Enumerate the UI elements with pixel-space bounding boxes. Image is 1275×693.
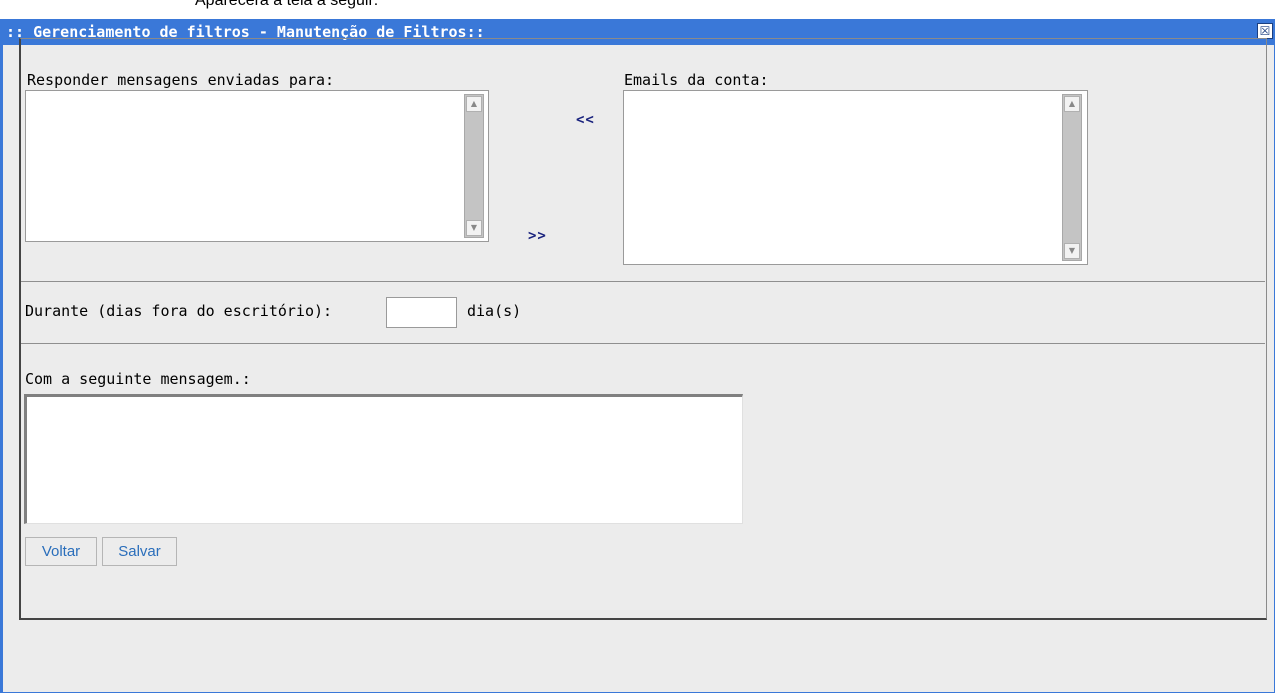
divider	[21, 343, 1265, 344]
scroll-down-icon[interactable]: ▼	[1064, 243, 1080, 259]
account-emails-label: Emails da conta:	[624, 71, 769, 89]
days-input[interactable]	[386, 297, 457, 328]
close-icon[interactable]: ☒	[1257, 23, 1273, 39]
days-unit-label: dia(s)	[467, 302, 522, 320]
move-right-button[interactable]: >>	[528, 228, 547, 244]
page-caption: Aparecerá a tela a seguir:	[195, 0, 379, 9]
reply-to-scrollbar[interactable]: ▲ ▼	[464, 94, 484, 238]
scroll-up-icon[interactable]: ▲	[466, 96, 482, 112]
reply-to-label: Responder mensagens enviadas para:	[27, 71, 335, 89]
back-button[interactable]: Voltar	[25, 537, 97, 566]
save-button[interactable]: Salvar	[102, 537, 177, 566]
divider	[21, 281, 1265, 282]
account-emails-scrollbar[interactable]: ▲ ▼	[1062, 94, 1082, 261]
move-left-button[interactable]: <<	[576, 112, 595, 128]
scroll-down-icon[interactable]: ▼	[466, 220, 482, 236]
days-label: Durante (dias fora do escritório):	[25, 302, 333, 320]
scroll-up-icon[interactable]: ▲	[1064, 96, 1080, 112]
account-emails-listbox[interactable]: ▲ ▼	[623, 90, 1088, 265]
reply-to-listbox[interactable]: ▲ ▼	[25, 90, 489, 242]
message-label: Com a seguinte mensagem.:	[25, 370, 251, 388]
message-textarea[interactable]	[24, 394, 743, 524]
